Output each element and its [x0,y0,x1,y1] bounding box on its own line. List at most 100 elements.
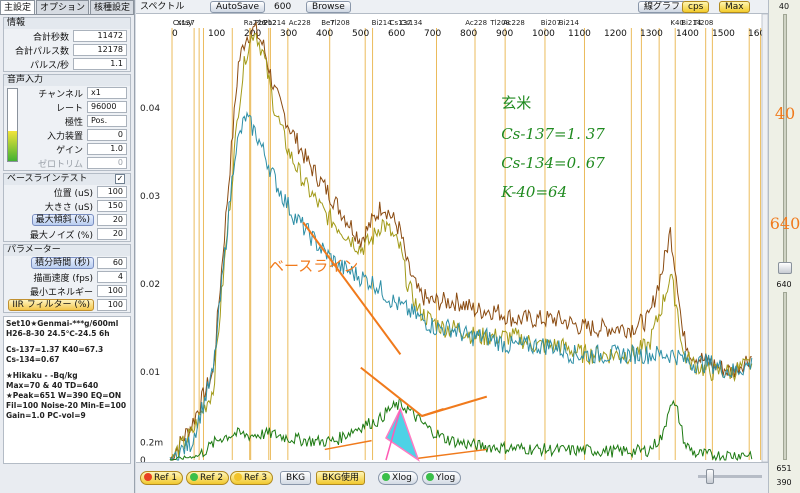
max-slope-button[interactable]: 最大傾斜 (%) [31,214,94,226]
peak-baseline-line [418,448,487,459]
result-label: K-40=64 [500,183,567,201]
browse-button[interactable]: Browse [306,1,351,13]
ylog-led-icon [426,473,434,481]
ref2-label: Ref 2 [200,473,224,483]
spectrum-series-green [170,397,753,462]
settings-tabs: 主設定 オプション 核種設定 [0,0,135,15]
baseline-test-title: ベースラインテスト [7,174,88,184]
width-value: 390 [776,478,792,487]
scale-slider-thumb[interactable] [778,262,792,274]
ref1-label: Ref 1 [154,473,178,483]
nuclide-label: Xray [176,19,192,27]
settings-panel: 主設定 オプション 核種設定 情報 合計秒数 11472 合計パルス数 1217… [0,0,135,493]
baseline-annotation-line [421,395,488,417]
note-line: Max=70 & 40 TD=640 [6,381,99,390]
position-row: 位置 (uS) 100 [4,185,130,199]
nuclide-label: Ac228 [465,19,487,27]
total-pulses-row: 合計パルス数 12178 [4,43,130,57]
bottom-toolbar: Ref 1 Ref 2 Ref 3 BKG BKG使用 Xlog Ylog [136,462,768,493]
scale-max-label: 40 [774,104,796,123]
spectrum-plot[interactable]: 0 100 200 300 400 500 600 700 800 900 1000 1100 1200… [136,14,768,462]
x-tick-label: 100 [208,29,225,39]
tab-main-settings[interactable]: 主設定 [0,0,36,14]
ref3-button[interactable]: Ref 3 [230,471,274,485]
spectrum-chart[interactable]: 0 100 200 300 400 500 600 700 800 900 1000 1100 1200… [136,14,768,462]
scale-td-label: 640 [769,214,800,233]
parameters-header: パラメーター [4,245,130,256]
baseline-test-header: ベースラインテスト ✓ [4,174,130,185]
ref1-button[interactable]: Ref 1 [140,471,184,485]
xlog-label: Xlog [392,473,412,483]
horizontal-slider[interactable] [696,465,766,489]
sample-name-label: 玄米 [501,94,531,112]
info-group: 情報 合計秒数 11472 合計パルス数 12178 パルス/秒 1.1 [3,17,131,72]
gain-row: ゲイン 1.0 [4,142,130,156]
baseline-test-checkbox[interactable]: ✓ [115,174,125,184]
x-tick-label: 1500 [712,29,735,39]
autosave-button[interactable]: AutoSave [210,1,265,13]
integration-time-value[interactable]: 60 [97,257,127,269]
ref1-led-icon [144,473,152,481]
spectrum-series-olive [169,33,753,461]
xlog-led-icon [382,473,390,481]
info-group-header: 情報 [4,18,130,29]
ref2-button[interactable]: Ref 2 [186,471,230,485]
max-button[interactable]: Max [719,1,750,13]
y-tick-label: 0.04 [140,104,160,114]
tab-nuclide-settings[interactable]: 核種設定 [90,0,135,14]
audio-input-group: 音声入力 チャンネル x1 レート 96000 極性 Pos. 入力装置 0 ゲ… [3,74,131,171]
input-level-meter [7,88,18,162]
x-tick-label: 800 [460,29,477,39]
draw-speed-value[interactable]: 4 [97,271,127,283]
rate-value[interactable]: 96000 [87,101,127,113]
position-label: 位置 (uS) [53,188,93,199]
max-slope-value[interactable]: 20 [97,214,127,226]
integration-time-button[interactable]: 積分時間 (秒) [31,257,94,269]
audio-input-header: 音声入力 [4,75,130,86]
channel-row: チャンネル x1 [4,86,130,100]
iir-filter-value[interactable]: 100 [97,299,127,311]
cps-button[interactable]: cps [682,1,710,13]
x-tick-label: 400 [316,29,333,39]
scale-mid-value: 640 [776,280,792,289]
x-tick-label: 1300 [640,29,663,39]
x-tick-label: 1000 [532,29,555,39]
scale-top-value: 40 [778,2,790,11]
xlog-button[interactable]: Xlog [378,471,418,485]
measurement-notes[interactable]: Set10★Genmai-***g/600ml H26-8-30 24.5℃-2… [3,316,131,464]
line-graph-button[interactable]: 線グラフ [638,1,687,13]
total-seconds-row: 合計秒数 11472 [4,29,130,43]
pulses-per-second-label: パルス/秒 [29,60,69,71]
peak-value: 651 [776,464,792,473]
horizontal-slider-thumb[interactable] [706,469,714,484]
y-tick-label: 0.01 [140,368,160,378]
note-line: ★Peak=651 W=390 EQ=ON [6,391,122,400]
channel-value[interactable]: x1 [87,87,127,99]
iir-filter-button[interactable]: IIR フィルター (%) [8,299,94,311]
bkg-button[interactable]: BKG [280,471,312,485]
result-label: Cs-134=0. 67 [501,154,605,172]
polarity-value[interactable]: Pos. [87,115,127,127]
x-tick-label: 600 [388,29,405,39]
input-device-value[interactable]: 0 [87,129,127,141]
lower-slider-track[interactable] [783,292,787,460]
nuclide-label: Ac228 [503,19,525,27]
ylog-button[interactable]: Ylog [422,471,462,485]
note-line: Gain=1.0 PC-vol=9 [6,411,86,420]
min-energy-value[interactable]: 100 [97,285,127,297]
gain-value[interactable]: 1.0 [87,143,127,155]
size-value[interactable]: 150 [97,200,127,212]
position-value[interactable]: 100 [97,186,127,198]
total-pulses-value: 12178 [73,44,127,56]
draw-speed-row: 描画速度 (fps) 4 [4,270,130,284]
note-line: Cs-134=0.67 [6,355,60,364]
tab-options[interactable]: オプション [36,0,90,14]
spectrum-title: スペクトル [140,2,185,12]
bkg-use-button[interactable]: BKG使用 [316,471,366,485]
ref3-led-icon [234,473,242,481]
max-noise-label: 最大ノイズ (%) [29,230,93,241]
iir-filter-row: IIR フィルター (%) 100 [4,298,130,312]
nuclide-label: Cs134 [400,19,422,27]
max-noise-value[interactable]: 20 [97,228,127,240]
nuclide-label: Pb214 [264,19,287,27]
